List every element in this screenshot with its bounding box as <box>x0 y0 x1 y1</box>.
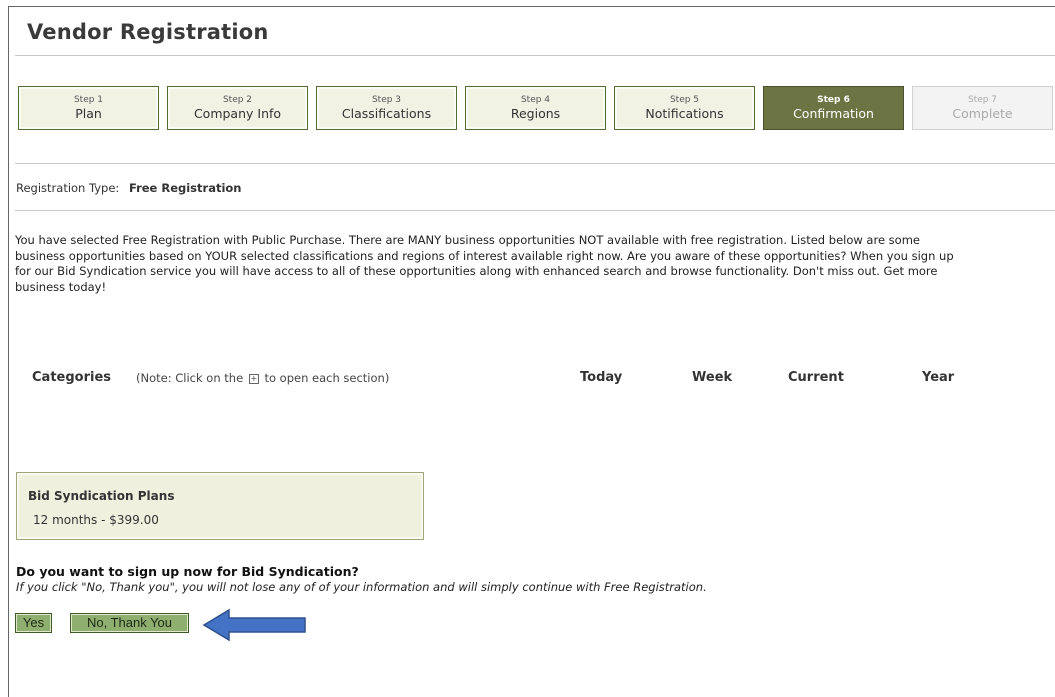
step-notifications[interactable]: Step 5 Notifications <box>614 86 755 130</box>
plan-option: 12 months - $399.00 <box>33 513 159 527</box>
step-classifications[interactable]: Step 3 Classifications <box>316 86 457 130</box>
step-number: Step 4 <box>520 95 551 105</box>
step-label: Complete <box>952 106 1013 121</box>
step-number: Step 5 <box>669 95 700 105</box>
column-year: Year <box>922 370 955 385</box>
step-label: Regions <box>510 106 561 121</box>
step-confirmation: Step 6 Confirmation <box>763 86 904 130</box>
left-arrow-icon <box>202 608 306 642</box>
step-company-info[interactable]: Step 2 Company Info <box>167 86 308 130</box>
column-current: Current <box>788 370 844 385</box>
divider <box>15 55 1055 56</box>
step-label: Confirmation <box>793 106 874 121</box>
categories-note: (Note: Click on the + to open each secti… <box>136 371 389 385</box>
note-text: (Note: Click on the <box>136 371 244 385</box>
registration-type-value: Free Registration <box>128 181 242 195</box>
signup-note: If you click "No, Thank you", you will n… <box>16 580 707 594</box>
expand-plus-icon: + <box>248 373 259 384</box>
step-plan[interactable]: Step 1 Plan <box>18 86 159 130</box>
step-number: Step 3 <box>371 95 402 105</box>
divider <box>15 163 1055 164</box>
step-number: Step 6 <box>817 95 850 105</box>
registration-type: Registration Type: Free Registration <box>16 181 241 195</box>
step-label: Notifications <box>645 106 724 121</box>
step-label: Classifications <box>341 106 432 121</box>
step-number: Step 2 <box>222 95 253 105</box>
no-thank-you-button[interactable]: No, Thank You <box>70 613 189 633</box>
intro-paragraph: You have selected Free Registration with… <box>15 233 954 294</box>
page-title: Vendor Registration <box>27 20 269 44</box>
column-today: Today <box>580 370 623 385</box>
plans-title: Bid Syndication Plans <box>28 489 175 503</box>
step-label: Plan <box>75 106 102 121</box>
divider <box>15 210 1055 211</box>
step-complete: Step 7 Complete <box>912 86 1053 130</box>
step-number: Step 1 <box>73 95 104 105</box>
column-week: Week <box>692 370 733 385</box>
note-text: to open each section) <box>264 371 390 385</box>
categories-title: Categories <box>32 370 112 385</box>
step-regions[interactable]: Step 4 Regions <box>465 86 606 130</box>
registration-type-label: Registration Type: <box>16 181 120 195</box>
signup-question: Do you want to sign up now for Bid Syndi… <box>16 564 359 579</box>
step-number: Step 7 <box>967 95 998 105</box>
categories-header: Categories (Note: Click on the + to open… <box>0 370 1055 390</box>
step-label: Company Info <box>193 106 282 121</box>
yes-button[interactable]: Yes <box>15 613 52 633</box>
bid-syndication-plans-box: Bid Syndication Plans 12 months - $399.0… <box>16 472 424 540</box>
